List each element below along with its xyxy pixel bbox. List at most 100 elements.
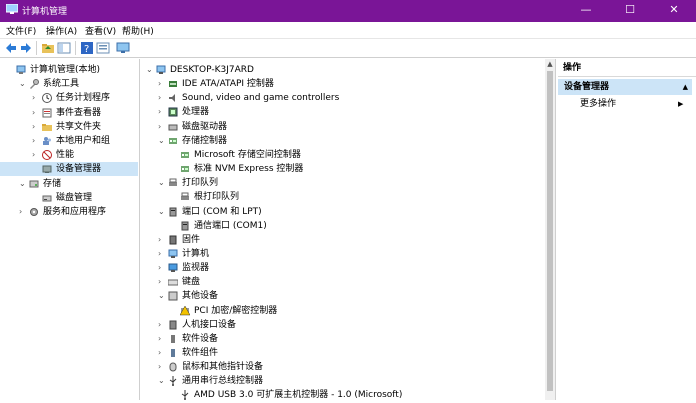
tree-node[interactable]: ⌄ 系统工具 bbox=[0, 77, 138, 91]
collapsed-chevron-icon[interactable]: › bbox=[158, 247, 166, 261]
forward-arrow-icon[interactable] bbox=[19, 41, 33, 55]
storage-controller-icon bbox=[168, 136, 178, 146]
mouse-icon bbox=[168, 362, 178, 372]
properties-icon[interactable] bbox=[96, 41, 110, 55]
folder-up-icon[interactable] bbox=[41, 41, 55, 55]
tree-node[interactable]: › 本地用户和组 bbox=[0, 134, 138, 148]
more-actions-item[interactable]: 更多操作 ▶ bbox=[580, 97, 683, 111]
tree-node[interactable]: ⌄ 存储控制器 bbox=[142, 134, 542, 148]
maximize-button[interactable]: ☐ bbox=[608, 0, 652, 22]
tree-node[interactable]: › 固件 bbox=[142, 233, 542, 247]
help-icon[interactable]: ? bbox=[80, 41, 94, 55]
toolbar-separator bbox=[75, 41, 76, 55]
tree-node[interactable]: › 任务计划程序 bbox=[0, 91, 138, 105]
tree-node[interactable]: 通信端口 (COM1) bbox=[142, 219, 542, 233]
collapsed-chevron-icon[interactable]: › bbox=[158, 346, 166, 360]
vertical-scrollbar[interactable]: ▲ bbox=[545, 59, 555, 400]
tree-node[interactable]: 计算机管理(本地) bbox=[0, 63, 138, 77]
collapsed-chevron-icon[interactable]: › bbox=[158, 275, 166, 289]
actions-device-manager-label: 设备管理器 bbox=[564, 82, 610, 92]
tree-node-label: 任务计划程序 bbox=[56, 93, 111, 104]
menu-help[interactable]: 帮助(H) bbox=[122, 24, 154, 37]
tree-node[interactable]: ⌄ DESKTOP-K3J7ARD bbox=[142, 63, 542, 77]
tree-node[interactable]: ⌄ 其他设备 bbox=[142, 289, 542, 303]
actions-device-manager[interactable]: 设备管理器 ▲ bbox=[558, 79, 692, 95]
collapsed-chevron-icon[interactable]: › bbox=[158, 77, 166, 91]
tree-node[interactable]: 设备管理器 bbox=[0, 162, 138, 177]
minimize-button[interactable]: — bbox=[564, 0, 608, 22]
tree-node-label: 磁盘驱动器 bbox=[182, 121, 228, 132]
tree-node[interactable]: › IDE ATA/ATAPI 控制器 bbox=[142, 77, 542, 91]
tree-node[interactable]: ⌄ 通用串行总线控制器 bbox=[142, 374, 542, 388]
menu-action[interactable]: 操作(A) bbox=[46, 24, 77, 37]
tree-node[interactable]: › 键盘 bbox=[142, 275, 542, 289]
collapsed-chevron-icon[interactable]: › bbox=[19, 205, 27, 219]
collapsed-chevron-icon[interactable]: › bbox=[158, 332, 166, 346]
expanded-chevron-icon[interactable]: ⌄ bbox=[146, 63, 154, 77]
menu-bar: 文件(F) 操作(A) 查看(V) 帮助(H) bbox=[0, 22, 696, 39]
expanded-chevron-icon[interactable]: ⌄ bbox=[19, 177, 27, 191]
tree-node[interactable]: PCI 加密/解密控制器 bbox=[142, 304, 542, 318]
expanded-chevron-icon[interactable]: ⌄ bbox=[158, 289, 166, 303]
collapsed-chevron-icon[interactable]: › bbox=[158, 233, 166, 247]
tree-node[interactable]: ⌄ 打印队列 bbox=[142, 176, 542, 190]
port-icon bbox=[168, 207, 178, 217]
tree-node[interactable]: › 计算机 bbox=[142, 247, 542, 261]
collapsed-chevron-icon[interactable]: › bbox=[158, 120, 166, 134]
tree-node[interactable]: › 人机接口设备 bbox=[142, 318, 542, 332]
tree-node[interactable]: › Sound, video and game controllers bbox=[142, 91, 542, 105]
close-button[interactable]: ✕ bbox=[652, 0, 696, 22]
tree-node[interactable]: › 软件设备 bbox=[142, 332, 542, 346]
tree-node-label: 键盘 bbox=[182, 277, 201, 288]
show-hide-tree-icon[interactable] bbox=[57, 41, 71, 55]
tree-node[interactable]: › 磁盘驱动器 bbox=[142, 120, 542, 134]
console-tree-pane: 计算机管理(本地) ⌄ 系统工具 › 任务计划程序 › 事件查看器 › 共享文件夹 › 本地用户和组… bbox=[0, 59, 140, 400]
tree-node[interactable]: › 鼠标和其他指针设备 bbox=[142, 360, 542, 374]
software-device-icon bbox=[168, 334, 178, 344]
tree-node[interactable]: › 监视器 bbox=[142, 261, 542, 275]
tree-node[interactable]: AMD USB 3.0 可扩展主机控制器 - 1.0 (Microsoft) bbox=[142, 388, 542, 402]
collapsed-chevron-icon[interactable]: › bbox=[158, 318, 166, 332]
scroll-up-button[interactable]: ▲ bbox=[545, 59, 555, 69]
scroll-thumb[interactable] bbox=[547, 71, 553, 391]
tree-node[interactable]: › 服务和应用程序 bbox=[0, 205, 138, 219]
firmware-icon bbox=[168, 235, 178, 245]
collapsed-chevron-icon[interactable]: › bbox=[32, 134, 40, 148]
collapsed-chevron-icon[interactable]: › bbox=[32, 106, 40, 120]
menu-view[interactable]: 查看(V) bbox=[85, 24, 116, 37]
tree-node[interactable]: Microsoft 存储空间控制器 bbox=[142, 148, 542, 162]
collapsed-chevron-icon[interactable]: › bbox=[158, 105, 166, 119]
expanded-chevron-icon[interactable]: ⌄ bbox=[158, 205, 166, 219]
tree-node[interactable]: › 性能 bbox=[0, 148, 138, 162]
collapsed-chevron-icon[interactable]: › bbox=[32, 148, 40, 162]
processor-icon bbox=[168, 107, 178, 117]
expanded-chevron-icon[interactable]: ⌄ bbox=[158, 134, 166, 148]
printer-icon bbox=[180, 192, 190, 202]
tree-node[interactable]: › 软件组件 bbox=[142, 346, 542, 360]
collapse-up-icon[interactable]: ▲ bbox=[683, 79, 688, 95]
ide-controller-icon bbox=[168, 79, 178, 89]
collapsed-chevron-icon[interactable]: › bbox=[32, 91, 40, 105]
collapsed-chevron-icon[interactable]: › bbox=[158, 91, 166, 105]
tree-node[interactable]: ⌄ 端口 (COM 和 LPT) bbox=[142, 205, 542, 219]
tree-node-label: 处理器 bbox=[182, 107, 210, 118]
tree-node[interactable]: › 处理器 bbox=[142, 105, 542, 119]
tree-node-label: 固件 bbox=[182, 234, 201, 245]
tree-node[interactable]: › 事件查看器 bbox=[0, 106, 138, 120]
tree-node[interactable]: 根打印队列 bbox=[142, 190, 542, 204]
expanded-chevron-icon[interactable]: ⌄ bbox=[158, 176, 166, 190]
tree-node-label: 存储控制器 bbox=[182, 135, 228, 146]
tree-node[interactable]: › 共享文件夹 bbox=[0, 120, 138, 134]
tree-node[interactable]: 磁盘管理 bbox=[0, 191, 138, 205]
tree-node[interactable]: 标准 NVM Express 控制器 bbox=[142, 162, 542, 176]
collapsed-chevron-icon[interactable]: › bbox=[158, 360, 166, 374]
monitor-icon[interactable] bbox=[116, 41, 130, 55]
menu-file[interactable]: 文件(F) bbox=[6, 24, 36, 37]
tree-node[interactable]: ⌄ 存储 bbox=[0, 177, 138, 191]
tree-node-label: 事件查看器 bbox=[56, 107, 102, 118]
expanded-chevron-icon[interactable]: ⌄ bbox=[158, 374, 166, 388]
collapsed-chevron-icon[interactable]: › bbox=[32, 120, 40, 134]
expanded-chevron-icon[interactable]: ⌄ bbox=[19, 77, 27, 91]
collapsed-chevron-icon[interactable]: › bbox=[158, 261, 166, 275]
back-arrow-icon[interactable] bbox=[4, 41, 18, 55]
